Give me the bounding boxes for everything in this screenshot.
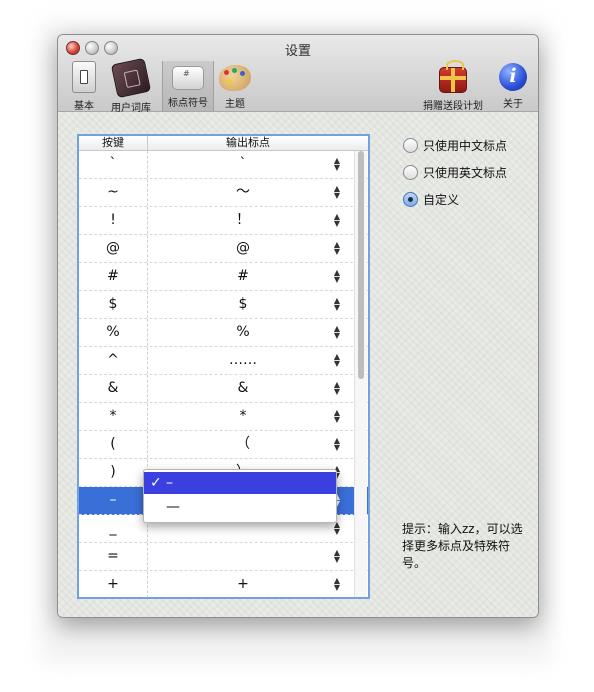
radio-custom[interactable]: 自定义 (403, 191, 459, 208)
output-cell[interactable]: * (148, 403, 338, 430)
tab-about-label: 关于 (503, 99, 523, 110)
scrollbar-thumb[interactable] (358, 151, 364, 379)
dropdown-option-alternate-label: — (166, 499, 180, 515)
table-row[interactable]: ` ` ▲▼ (79, 151, 368, 179)
output-cell[interactable]: ` (148, 151, 338, 178)
popup-arrows-icon[interactable]: ▲▼ (332, 157, 342, 172)
tab-theme-label: 主题 (225, 99, 245, 110)
tab-basic[interactable]: 基本 (66, 61, 102, 112)
popup-arrows-icon[interactable]: ▲▼ (332, 381, 342, 396)
table-row[interactable]: @ @ ▲▼ (79, 235, 368, 263)
radio-custom-label: 自定义 (423, 193, 460, 207)
key-cell: @ (79, 235, 148, 262)
output-cell[interactable]: $ (148, 291, 338, 318)
keyboard-key-icon: # (172, 66, 204, 90)
popup-arrows-icon[interactable]: ▲▼ (332, 577, 342, 592)
tab-user-dictionary[interactable]: 用户词库 (106, 57, 156, 114)
tab-punctuation[interactable]: # 标点符号 (162, 61, 214, 111)
tab-theme[interactable]: 主题 (216, 61, 254, 111)
hint-text: 提示：输入zz，可以选择更多标点及特殊符号。 (402, 522, 523, 570)
popup-arrows-icon[interactable]: ▲▼ (332, 325, 342, 340)
popup-arrows-icon[interactable]: ▲▼ (332, 409, 342, 424)
key-cell: _ (79, 515, 148, 542)
table-row[interactable]: & & ▲▼ (79, 375, 368, 403)
radio-only-english[interactable]: 只使用英文标点 (403, 164, 507, 181)
gift-icon (439, 60, 467, 93)
palette-icon (219, 65, 251, 91)
dropdown-option-alternate[interactable]: — (144, 496, 336, 518)
radio-only-chinese-label: 只使用中文标点 (423, 139, 508, 153)
table-row[interactable]: $ $ ▲▼ (79, 291, 368, 319)
output-dropdown-menu[interactable]: ✓ – — (143, 469, 337, 523)
output-cell[interactable]: & (148, 375, 338, 402)
table-row[interactable]: # # ▲▼ (79, 263, 368, 291)
popup-arrows-icon[interactable]: ▲▼ (332, 437, 342, 452)
key-cell: # (79, 263, 148, 290)
table-row[interactable]: + + ▲▼ (79, 571, 368, 597)
table-row[interactable]: ^…… ▲▼ (79, 347, 368, 375)
table-body: ` ` ▲▼ ~ ～ ▲▼!！ ▲▼ @ @ ▲▼ # # ▲▼ $ $ ▲▼%% ▲▼ ^…… ▲▼ & & ▲▼ * * ▲… (79, 151, 368, 597)
dropdown-option-selected-label: – (166, 475, 173, 491)
radio-only-english-indicator[interactable] (403, 165, 418, 180)
table-row[interactable]: = ▲▼ (79, 543, 368, 571)
key-cell: = (79, 543, 148, 570)
tab-donation-label: 捐赠送段计划 (423, 101, 483, 112)
output-cell[interactable]: + (148, 571, 338, 597)
output-cell[interactable]: # (148, 263, 338, 290)
settings-window: 设置 基本 用户词库 # 标点符号 主题 捐赠送段计划 i 关于 按键 输出标点… (57, 34, 539, 618)
punctuation-table[interactable]: 按键 输出标点 ` ` ▲▼ ~ ～ ▲▼!！ ▲▼ @ @ ▲▼ # # ▲▼ $ $ ▲▼%% ▲▼ ^…… ▲… (77, 134, 370, 599)
key-cell: * (79, 403, 148, 430)
vertical-scrollbar[interactable] (354, 151, 367, 597)
table-row[interactable]: ~ ～ ▲▼ (79, 179, 368, 207)
radio-only-chinese[interactable]: 只使用中文标点 (403, 137, 507, 154)
popup-arrows-icon[interactable]: ▲▼ (332, 185, 342, 200)
key-cell: ) (79, 459, 148, 486)
checkmark-icon: ✓ (150, 475, 162, 491)
output-cell[interactable]: % (148, 319, 338, 346)
popup-arrows-icon[interactable]: ▲▼ (332, 269, 342, 284)
tab-basic-label: 基本 (74, 101, 94, 112)
tab-punctuation-label: 标点符号 (168, 98, 208, 109)
table-row[interactable]: %% ▲▼ (79, 319, 368, 347)
key-cell: + (79, 571, 148, 597)
table-row[interactable]: !！ ▲▼ (79, 207, 368, 235)
popup-arrows-icon[interactable]: ▲▼ (332, 521, 342, 536)
output-cell[interactable]: ～ (148, 179, 338, 206)
column-header-key[interactable]: 按键 (79, 136, 148, 150)
key-cell: & (79, 375, 148, 402)
book-icon (110, 57, 152, 99)
key-cell: ` (79, 151, 148, 178)
key-cell: ^ (79, 347, 148, 374)
key-cell: – (79, 487, 148, 514)
output-cell[interactable] (148, 543, 338, 570)
table-row[interactable]: (（▲▼ (79, 431, 368, 459)
key-cell: $ (79, 291, 148, 318)
switch-icon (72, 61, 96, 93)
popup-arrows-icon[interactable]: ▲▼ (332, 353, 342, 368)
output-cell[interactable]: @ (148, 235, 338, 262)
key-cell: % (79, 319, 148, 346)
key-cell: ~ (79, 179, 148, 206)
tab-about[interactable]: i 关于 (496, 61, 530, 111)
column-header-output[interactable]: 输出标点 (148, 136, 348, 150)
table-row[interactable]: * * ▲▼ (79, 403, 368, 431)
table-header: 按键 输出标点 (79, 136, 368, 151)
output-cell[interactable]: （ (148, 431, 338, 458)
popup-arrows-icon[interactable]: ▲▼ (332, 549, 342, 564)
popup-arrows-icon[interactable]: ▲▼ (332, 213, 342, 228)
radio-custom-indicator[interactable] (403, 192, 418, 207)
info-icon: i (499, 63, 527, 91)
output-cell[interactable]: …… (148, 347, 338, 374)
output-cell[interactable]: ！ (148, 207, 338, 234)
popup-arrows-icon[interactable]: ▲▼ (332, 241, 342, 256)
dropdown-option-selected[interactable]: ✓ – (144, 472, 336, 494)
tab-donation[interactable]: 捐赠送段计划 (418, 60, 488, 112)
punctuation-panel: 按键 输出标点 ` ` ▲▼ ~ ～ ▲▼!！ ▲▼ @ @ ▲▼ # # ▲▼ $ $ ▲▼%% ▲▼ ^…… ▲… (58, 112, 538, 617)
window-title: 设置 (284, 44, 311, 59)
radio-only-chinese-indicator[interactable] (403, 138, 418, 153)
key-cell: ! (79, 207, 148, 234)
radio-only-english-label: 只使用英文标点 (423, 166, 508, 180)
popup-arrows-icon[interactable]: ▲▼ (332, 297, 342, 312)
key-cell: ( (79, 431, 148, 458)
